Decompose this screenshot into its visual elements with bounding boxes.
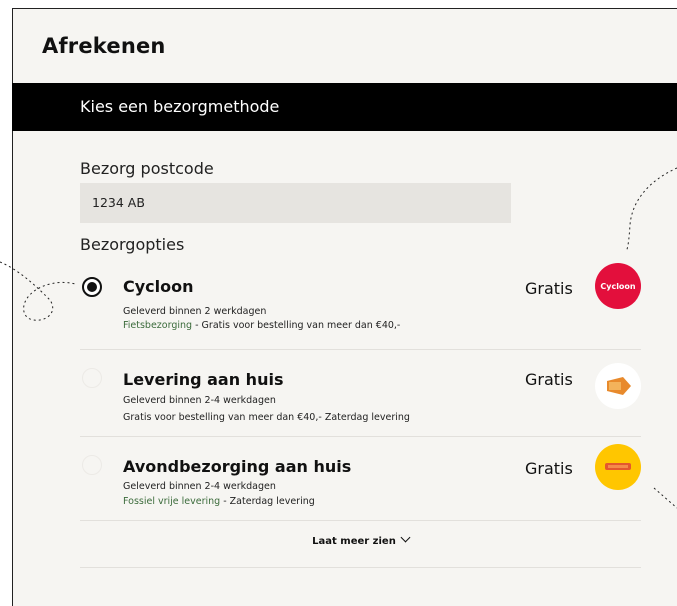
show-more-button[interactable]: Laat meer zien: [80, 532, 641, 547]
delivery-method-label: Kies een bezorgmethode: [80, 97, 280, 116]
cycloon-logo-text: Cycloon: [600, 282, 636, 291]
option-delivery-time: Geleverd binnen 2-4 werkdagen: [123, 481, 276, 492]
option-divider: [80, 520, 641, 521]
show-more-label: Laat meer zien: [312, 536, 396, 547]
option-highlight: Fietsbezorging: [123, 320, 193, 331]
option-highlight: Fossiel vrije levering: [123, 496, 221, 507]
option-details: Fossiel vrije levering - Zaterdag leveri…: [123, 496, 315, 507]
option-divider: [80, 436, 641, 437]
option-delivery-time: Geleverd binnen 2-4 werkdagen: [123, 395, 276, 406]
option-detail-text: - Zaterdag levering: [220, 496, 315, 507]
option-price: Gratis: [525, 370, 573, 389]
option-details: Gratis voor bestelling van meer dan €40,…: [123, 412, 410, 423]
radio-evening[interactable]: [82, 455, 102, 475]
option-delivery-time: Geleverd binnen 2 werkdagen: [123, 306, 267, 317]
option-title: Avondbezorging aan huis: [123, 457, 352, 476]
cycloon-logo: Cycloon: [595, 263, 641, 309]
radio-cycloon[interactable]: [82, 277, 102, 297]
bottom-divider: [80, 567, 641, 568]
postcode-field[interactable]: 1234 AB: [80, 183, 511, 223]
evening-delivery-logo: [595, 444, 641, 490]
option-divider: [80, 349, 641, 350]
option-price: Gratis: [525, 279, 573, 298]
radio-home[interactable]: [82, 368, 102, 388]
delivery-options-label: Bezorgopties: [80, 235, 185, 254]
option-details: Fietsbezorging - Gratis voor bestelling …: [123, 320, 400, 331]
option-price: Gratis: [525, 459, 573, 478]
delivery-method-bar: Kies een bezorgmethode: [12, 83, 677, 131]
option-detail-text: - Gratis voor bestelling van meer dan €4…: [192, 320, 401, 331]
page-title: Afrekenen: [42, 34, 166, 58]
option-title: Cycloon: [123, 277, 194, 296]
home-delivery-logo: [595, 363, 641, 409]
option-title: Levering aan huis: [123, 370, 284, 389]
postcode-label: Bezorg postcode: [80, 159, 214, 178]
